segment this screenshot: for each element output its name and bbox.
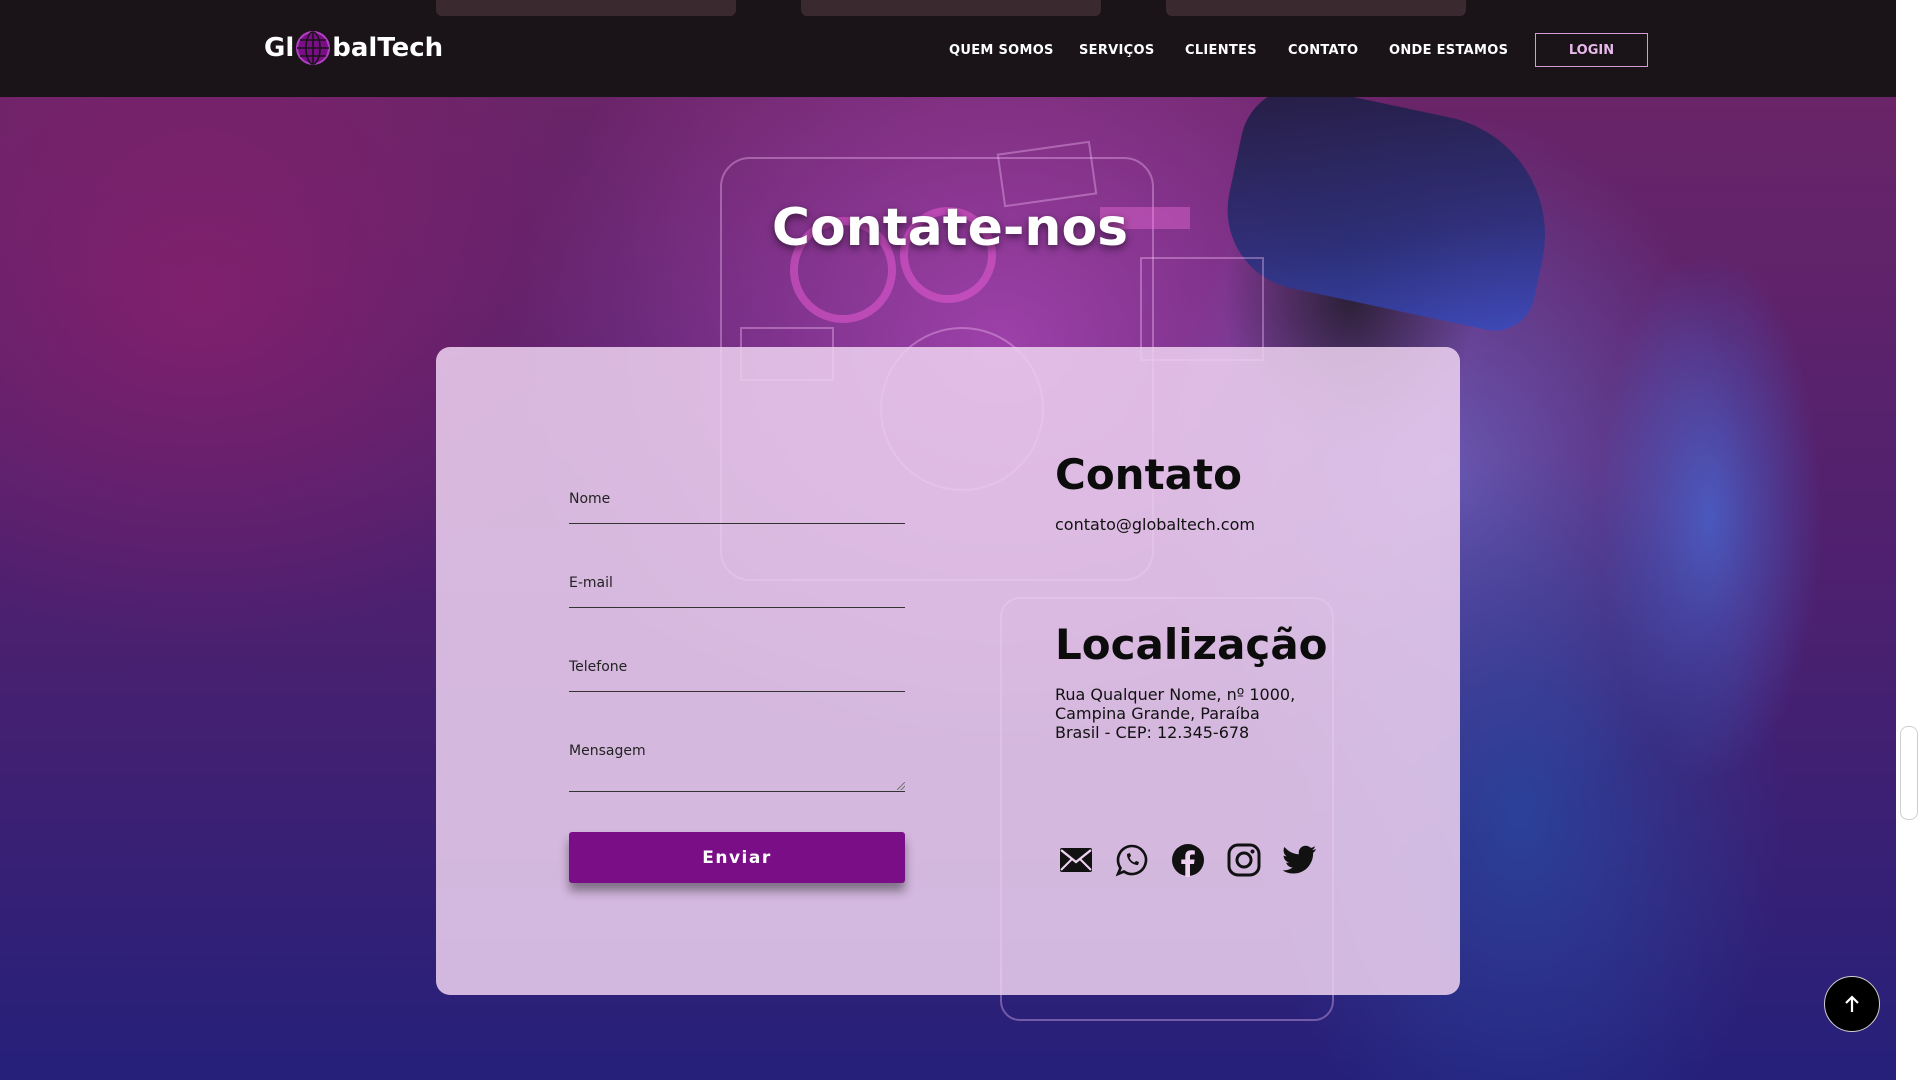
whatsapp-icon[interactable] [1114, 842, 1150, 878]
logo-text-suffix: balTech [332, 33, 444, 63]
email-field-label: E-mail [569, 575, 613, 591]
contact-email: contato@globaltech.com [1055, 515, 1255, 534]
email-field[interactable]: E-mail [569, 565, 905, 608]
logo-text-prefix: Gl [264, 33, 295, 63]
name-field[interactable]: Nome [569, 481, 905, 524]
nav-link-servicos[interactable]: SERVIÇOS [1079, 40, 1155, 60]
contact-heading: Contato [1055, 450, 1242, 499]
nav-link-quem-somos[interactable]: QUEM SOMOS [949, 40, 1054, 60]
location-heading: Localização [1055, 620, 1328, 669]
page-title: Contate-nos [771, 198, 1129, 258]
address-line: Rua Qualquer Nome, nº 1000, [1055, 685, 1296, 704]
top-navbar: Gl balTech QUEM SOMOS SERVIÇOS CLIENTES … [0, 0, 1896, 97]
message-textarea[interactable]: Mensagem [569, 733, 905, 792]
site-logo[interactable]: Gl balTech [264, 28, 443, 68]
globe-icon [296, 31, 331, 65]
dropdown-thumbnail [1166, 0, 1466, 16]
instagram-icon[interactable] [1226, 842, 1262, 878]
back-to-top-button[interactable] [1824, 976, 1880, 1032]
nav-link-onde-estamos[interactable]: ONDE ESTAMOS [1389, 40, 1508, 60]
arrow-up-icon [1845, 995, 1859, 1012]
address-line: Campina Grande, Paraíba [1055, 704, 1260, 723]
nav-link-clientes[interactable]: CLIENTES [1185, 40, 1257, 60]
login-button[interactable]: LOGIN [1535, 33, 1648, 67]
nav-link-contato[interactable]: CONTATO [1288, 40, 1358, 60]
page-scrollbar[interactable] [1896, 0, 1920, 1080]
dropdown-thumbnail [801, 0, 1101, 16]
message-field-label: Mensagem [569, 743, 646, 759]
submit-button[interactable]: Enviar [569, 832, 905, 883]
phone-field-label: Telefone [569, 659, 628, 675]
phone-field[interactable]: Telefone [569, 649, 905, 692]
mail-icon[interactable] [1058, 842, 1094, 878]
facebook-icon[interactable] [1170, 842, 1206, 878]
social-links [1058, 842, 1318, 878]
name-field-label: Nome [569, 491, 611, 507]
scrollbar-thumb[interactable] [1900, 726, 1918, 820]
dropdown-thumbnail [436, 0, 736, 16]
contact-card: Nome E-mail Telefone Mensagem Enviar Con… [436, 347, 1460, 995]
resize-handle-icon[interactable] [897, 782, 905, 790]
address-line: Brasil - CEP: 12.345-678 [1055, 723, 1250, 742]
twitter-icon[interactable] [1282, 842, 1318, 878]
